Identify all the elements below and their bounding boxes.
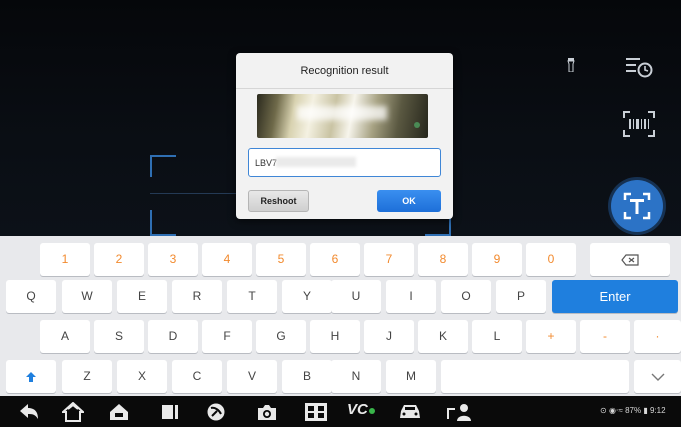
- vci-status-dot: [368, 408, 375, 414]
- barcode-scan-icon[interactable]: [622, 110, 656, 138]
- key-2[interactable]: 2: [94, 243, 144, 276]
- key-l[interactable]: L: [472, 320, 522, 353]
- home-icon[interactable]: [62, 402, 84, 422]
- key-p[interactable]: P: [496, 280, 546, 313]
- key-5[interactable]: 5: [256, 243, 306, 276]
- blurred-region: [297, 106, 387, 120]
- key-v[interactable]: V: [227, 360, 277, 393]
- key-x[interactable]: X: [117, 360, 167, 393]
- backspace-icon: [621, 254, 639, 266]
- scan-frame-corner: [150, 210, 176, 236]
- wifi-icon: ◉⋅≈: [608, 406, 623, 415]
- scan-history-icon[interactable]: [624, 56, 654, 78]
- key-0[interactable]: 0: [526, 243, 576, 276]
- recent-apps-icon[interactable]: [160, 402, 180, 422]
- key-m[interactable]: M: [386, 360, 436, 393]
- key-z[interactable]: Z: [62, 360, 112, 393]
- key-minus[interactable]: -: [580, 320, 630, 353]
- key-g[interactable]: G: [256, 320, 306, 353]
- key-6[interactable]: 6: [310, 243, 360, 276]
- back-icon[interactable]: [18, 402, 40, 422]
- hide-keyboard-key[interactable]: [634, 360, 681, 393]
- enter-key[interactable]: Enter: [552, 280, 678, 313]
- key-y[interactable]: Y: [282, 280, 332, 313]
- key-b[interactable]: B: [282, 360, 332, 393]
- location-icon: ⊙: [600, 406, 607, 415]
- key-s[interactable]: S: [94, 320, 144, 353]
- browser-icon[interactable]: [206, 402, 226, 422]
- user-support-icon[interactable]: [446, 402, 472, 422]
- key-e[interactable]: E: [117, 280, 167, 313]
- key-f[interactable]: F: [202, 320, 252, 353]
- key-8[interactable]: 8: [418, 243, 468, 276]
- text-recognition-button[interactable]: [611, 180, 663, 232]
- system-nav-bar: VC ⊙ ◉⋅≈ 87% ▮ 9:12: [0, 396, 681, 427]
- key-dot[interactable]: ·: [634, 320, 681, 353]
- key-n[interactable]: N: [331, 360, 381, 393]
- screen-record-icon[interactable]: [304, 402, 328, 422]
- key-plus[interactable]: +: [526, 320, 576, 353]
- chevron-down-icon: [651, 373, 664, 381]
- key-a[interactable]: A: [40, 320, 90, 353]
- backspace-key[interactable]: [590, 243, 670, 276]
- scan-line: [150, 193, 240, 194]
- key-q[interactable]: Q: [6, 280, 56, 313]
- key-h[interactable]: H: [310, 320, 360, 353]
- shift-key[interactable]: [6, 360, 56, 393]
- key-c[interactable]: C: [172, 360, 222, 393]
- status-bar: ⊙ ◉⋅≈ 87% ▮ 9:12: [600, 406, 666, 415]
- vehicle-home-icon[interactable]: [108, 402, 130, 422]
- vci-icon[interactable]: VC: [347, 401, 375, 421]
- reshoot-button[interactable]: Reshoot: [248, 190, 309, 212]
- vci-label: VC: [347, 401, 368, 418]
- recognition-result-dialog: Recognition result Reshoot OK: [236, 53, 453, 219]
- key-j[interactable]: J: [364, 320, 414, 353]
- shift-arrow-icon: [26, 371, 36, 382]
- battery-icon: ▮: [643, 406, 648, 415]
- camera-icon[interactable]: [256, 402, 278, 422]
- scan-frame-corner: [150, 155, 176, 177]
- car-icon[interactable]: [398, 402, 422, 422]
- key-9[interactable]: 9: [472, 243, 522, 276]
- space-key[interactable]: [441, 360, 629, 393]
- vin-masked-region: [276, 157, 356, 167]
- key-4[interactable]: 4: [202, 243, 252, 276]
- key-t[interactable]: T: [227, 280, 277, 313]
- key-u[interactable]: U: [331, 280, 381, 313]
- key-r[interactable]: R: [172, 280, 222, 313]
- key-7[interactable]: 7: [364, 243, 414, 276]
- key-w[interactable]: W: [62, 280, 112, 313]
- text-recognition-icon: [623, 192, 651, 220]
- key-3[interactable]: 3: [148, 243, 198, 276]
- ok-button[interactable]: OK: [377, 190, 441, 212]
- key-k[interactable]: K: [418, 320, 468, 353]
- key-i[interactable]: I: [386, 280, 436, 313]
- key-d[interactable]: D: [148, 320, 198, 353]
- battery-level: 87%: [625, 406, 642, 415]
- on-screen-keyboard: 1 2 3 4 5 6 7 8 9 0 Q W E R T Y U I O P …: [0, 236, 681, 396]
- dialog-title: Recognition result: [236, 53, 453, 89]
- flashlight-icon[interactable]: [566, 58, 576, 72]
- image-marker: [414, 122, 420, 128]
- key-1[interactable]: 1: [40, 243, 90, 276]
- key-o[interactable]: O: [441, 280, 491, 313]
- captured-vin-image: [257, 94, 428, 138]
- clock: 9:12: [649, 406, 666, 415]
